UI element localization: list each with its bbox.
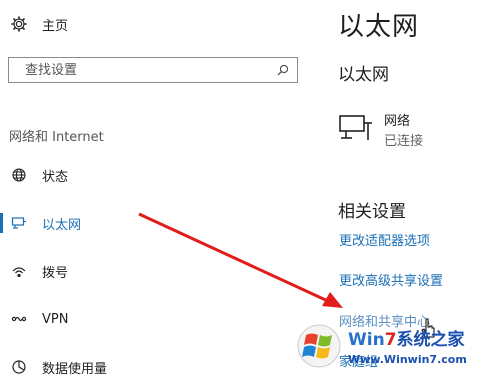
change-adapter-options-link[interactable]: 更改适配器选项: [339, 230, 430, 249]
advanced-sharing-settings-link[interactable]: 更改高级共享设置: [339, 270, 443, 289]
watermark-in: in: [366, 330, 385, 350]
ethernet-icon: [10, 214, 28, 232]
sidebar-item-label: VPN: [42, 311, 69, 327]
sidebar-item-dialup[interactable]: 拨号: [10, 259, 68, 283]
home-label: 主页: [42, 18, 69, 34]
sidebar-item-label: 状态: [42, 169, 69, 185]
watermark-url: Www.Winwin7.com: [348, 353, 467, 366]
home-nav-item[interactable]: 主页: [10, 12, 68, 36]
sidebar-item-data-usage[interactable]: 数据使用量: [10, 355, 107, 379]
watermark-7: 7: [384, 330, 397, 350]
sidebar-item-ethernet[interactable]: 以太网: [0, 211, 82, 235]
sidebar-item-vpn[interactable]: VPN: [10, 307, 68, 331]
section-title: 网络和 Internet: [9, 130, 104, 145]
sidebar-item-label: 拨号: [42, 265, 69, 281]
search-icon[interactable]: [277, 61, 289, 80]
section-subtitle: 以太网: [338, 65, 389, 85]
network-name: 网络: [384, 114, 411, 129]
page-title: 以太网: [338, 12, 420, 42]
sidebar-item-status[interactable]: 状态: [10, 163, 68, 187]
windows-logo-icon: [296, 323, 342, 373]
sidebar-item-label: 以太网: [42, 217, 82, 233]
watermark-w: W: [348, 330, 367, 350]
vpn-icon: [10, 310, 28, 328]
dialup-icon: [10, 262, 28, 280]
data-usage-icon: [10, 358, 28, 376]
settings-sidebar: 主页 网络和 Internet 状态 以太网: [0, 0, 320, 377]
globe-icon: [10, 166, 28, 184]
site-watermark: Win7系统之家 Www.Winwin7.com: [296, 322, 491, 374]
gear-icon: [10, 15, 28, 33]
network-connection-item[interactable]: 网络 已连接: [338, 112, 423, 152]
watermark-cn: 系统之家: [396, 330, 465, 350]
ethernet-network-icon: [338, 112, 374, 152]
search-input[interactable]: [23, 61, 257, 79]
network-status: 已连接: [384, 134, 424, 149]
ethernet-page: 以太网 以太网 网络 已连接 相关设置 更改适配器选项 更改高级共享设置 网络和…: [338, 0, 491, 374]
search-box[interactable]: [8, 57, 298, 83]
related-settings-title: 相关设置: [338, 202, 406, 222]
